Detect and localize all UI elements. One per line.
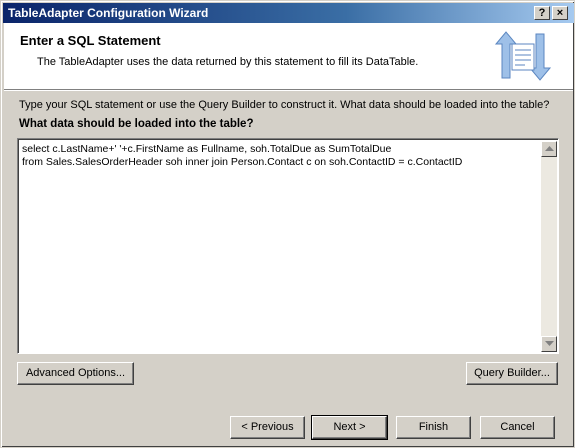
sql-question-label: What data should be loaded into the tabl… bbox=[19, 118, 254, 130]
window-title: TableAdapter Configuration Wizard bbox=[8, 6, 209, 20]
instructions-text: Type your SQL statement or use the Query… bbox=[19, 99, 550, 111]
scroll-up-arrow-icon bbox=[545, 146, 554, 151]
scroll-up-button[interactable] bbox=[541, 141, 557, 157]
advanced-options-button[interactable]: Advanced Options... bbox=[17, 362, 134, 385]
next-button[interactable]: Next > bbox=[311, 415, 388, 440]
sql-statement-textarea[interactable]: select c.LastName+' '+c.FirstName as Ful… bbox=[17, 138, 559, 354]
page-title: Enter a SQL Statement bbox=[20, 33, 161, 48]
page-description: The TableAdapter uses the data returned … bbox=[37, 56, 419, 68]
finish-button[interactable]: Finish bbox=[396, 416, 471, 439]
close-button[interactable]: × bbox=[552, 6, 568, 20]
header-separator bbox=[4, 89, 573, 91]
wizard-header: Enter a SQL Statement The TableAdapter u… bbox=[4, 23, 573, 89]
help-button[interactable]: ? bbox=[534, 6, 550, 20]
sql-statement-text[interactable]: select c.LastName+' '+c.FirstName as Ful… bbox=[22, 143, 537, 169]
title-bar[interactable]: TableAdapter Configuration Wizard ? × bbox=[3, 3, 574, 23]
vertical-scrollbar[interactable] bbox=[541, 141, 557, 352]
wizard-window: TableAdapter Configuration Wizard ? × En… bbox=[0, 0, 575, 448]
scroll-down-button[interactable] bbox=[541, 336, 557, 352]
scroll-down-arrow-icon bbox=[545, 341, 554, 346]
query-builder-button[interactable]: Query Builder... bbox=[466, 362, 558, 385]
previous-button[interactable]: < Previous bbox=[230, 416, 305, 439]
database-arrows-icon bbox=[494, 31, 552, 81]
cancel-button[interactable]: Cancel bbox=[480, 416, 555, 439]
